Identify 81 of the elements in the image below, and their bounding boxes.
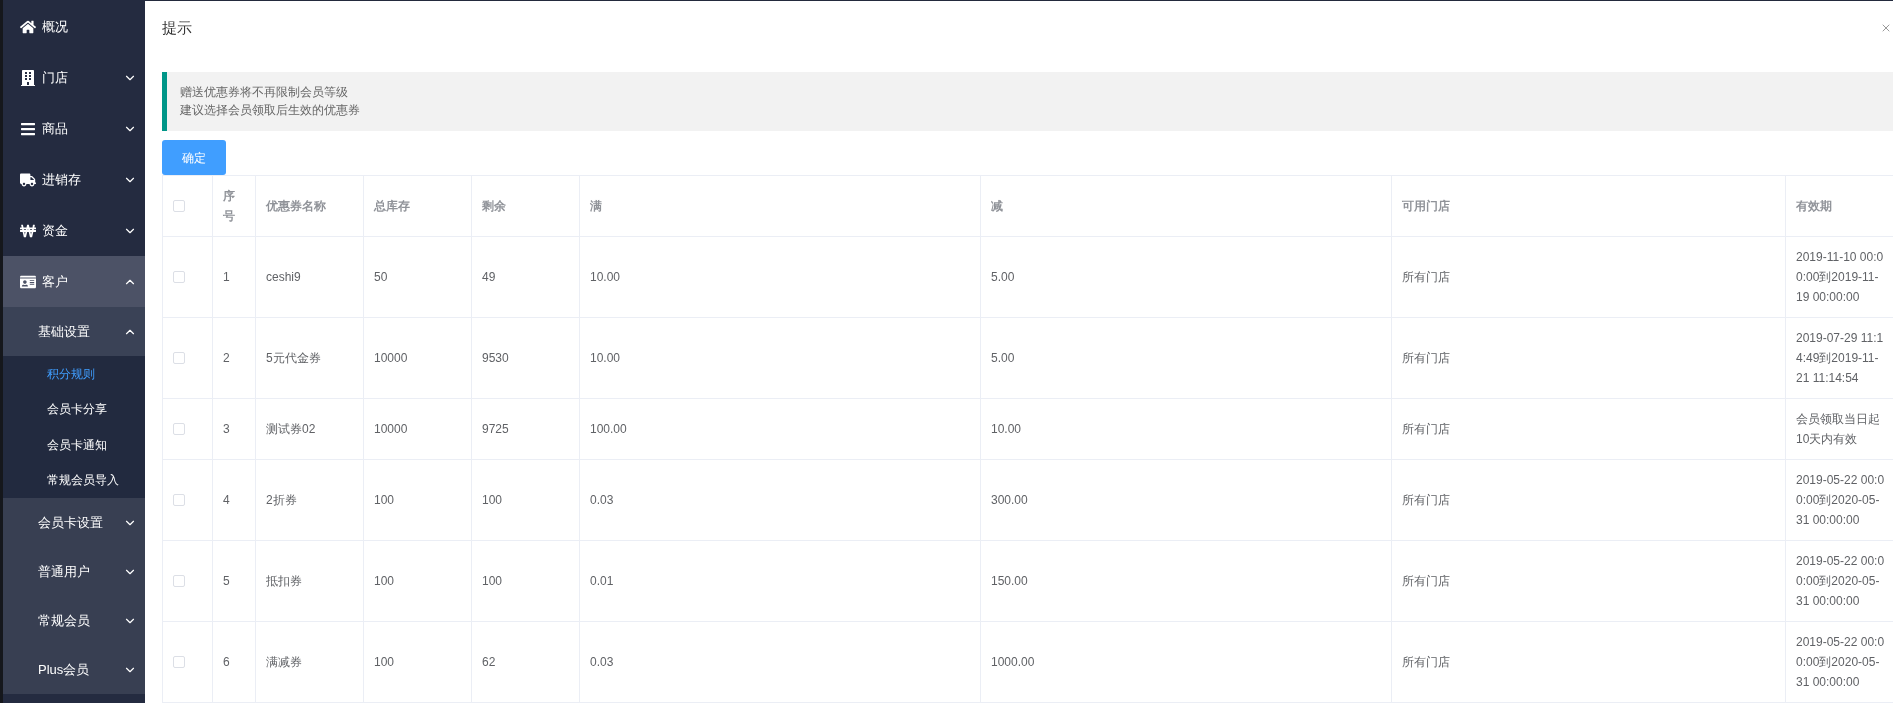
table-cell: 150.00 <box>980 540 1392 622</box>
table-cell: 0.03 <box>579 621 981 703</box>
table-cell: 10.00 <box>579 236 981 318</box>
column-header: 减 <box>980 175 1392 237</box>
checkbox[interactable] <box>173 575 185 587</box>
table-cell: 6 <box>212 621 256 703</box>
id-card-icon <box>20 273 36 290</box>
table-cell: 300.00 <box>980 459 1392 541</box>
nav-item[interactable]: 基础设置 <box>3 307 145 356</box>
notice-text: 赠送优惠券将不再限制会员等级 <box>180 84 349 102</box>
table-cell: 所有门店 <box>1391 540 1786 622</box>
table-cell: 所有门店 <box>1391 459 1786 541</box>
checkbox[interactable] <box>173 423 185 435</box>
table-cell: 49 <box>471 236 580 318</box>
nav-item[interactable]: 门店 <box>3 52 145 103</box>
table-cell: 9725 <box>471 398 580 460</box>
column-header: 剩余 <box>471 175 580 237</box>
table-cell: 满减券 <box>255 621 364 703</box>
nav-subitem[interactable]: 会员卡通知 <box>3 427 145 463</box>
table-cell: 62 <box>471 621 580 703</box>
table-cell: 5.00 <box>980 236 1392 318</box>
table-cell: ceshi9 <box>255 236 364 318</box>
table-cell: 100 <box>471 459 580 541</box>
table-cell: 100 <box>363 540 472 622</box>
building-icon <box>20 69 36 86</box>
table-cell: 所有门店 <box>1391 398 1786 460</box>
table-cell: 所有门店 <box>1391 621 1786 703</box>
nav-item[interactable]: 客户 <box>3 256 145 307</box>
table-cell: 10000 <box>363 317 472 399</box>
table-cell: 9530 <box>471 317 580 399</box>
notice-text: 建议选择会员领取后生效的优惠券 <box>180 102 361 120</box>
table-cell: 100 <box>471 540 580 622</box>
table-cell: 4 <box>212 459 256 541</box>
table-cell: 抵扣券 <box>255 540 364 622</box>
table-cell: 1 <box>212 236 256 318</box>
table-cell: 1000.00 <box>980 621 1392 703</box>
nav-subitem[interactable]: 常规会员导入 <box>3 462 145 498</box>
checkbox[interactable] <box>173 352 185 364</box>
column-header: 有效期 <box>1785 175 1893 237</box>
nav-item[interactable]: 进销存 <box>3 154 145 205</box>
home-icon <box>20 18 36 35</box>
nav-item[interactable]: Plus会员 <box>3 645 145 694</box>
dialog-title: 提示 <box>162 18 192 39</box>
table-cell: 10.00 <box>980 398 1392 460</box>
list-icon <box>20 120 36 137</box>
truck-icon <box>20 171 36 188</box>
table-cell: 100 <box>363 459 472 541</box>
nav-subitem[interactable]: 会员卡分享 <box>3 391 145 427</box>
nav-item[interactable]: 资金 <box>3 205 145 256</box>
checkbox[interactable] <box>173 494 185 506</box>
nav-item[interactable]: 常规会员 <box>3 596 145 645</box>
table-cell: 所有门店 <box>1391 236 1786 318</box>
table-cell: 100 <box>363 621 472 703</box>
table-cell: 5 <box>212 540 256 622</box>
table-cell: 0.03 <box>579 459 981 541</box>
table-cell: 2 <box>212 317 256 399</box>
column-header: 可用门店 <box>1391 175 1786 237</box>
nav-item[interactable]: 商品 <box>3 103 145 154</box>
checkbox[interactable] <box>173 271 185 283</box>
column-header: 总库存 <box>363 175 472 237</box>
nav-item[interactable]: 会员卡设置 <box>3 498 145 547</box>
column-header: 满 <box>579 175 981 237</box>
table-cell: 50 <box>363 236 472 318</box>
table-cell: 10.00 <box>579 317 981 399</box>
nav-item[interactable]: 普通用户 <box>3 547 145 596</box>
table-cell: 2折券 <box>255 459 364 541</box>
nav-subitem[interactable]: 积分规则 <box>3 356 145 392</box>
column-header: 优惠券名称 <box>255 175 364 237</box>
checkbox[interactable] <box>173 200 185 212</box>
table-cell: 所有门店 <box>1391 317 1786 399</box>
table-cell: 100.00 <box>579 398 981 460</box>
table-cell: 0.01 <box>579 540 981 622</box>
column-header: 序号 <box>212 175 256 237</box>
nav-item[interactable]: 概况 <box>3 1 145 52</box>
table-cell: 5.00 <box>980 317 1392 399</box>
table-cell: 10000 <box>363 398 472 460</box>
table-cell: 3 <box>212 398 256 460</box>
table-cell: 5元代金券 <box>255 317 364 399</box>
checkbox[interactable] <box>173 656 185 668</box>
won-icon <box>20 222 36 239</box>
table-cell: 测试券02 <box>255 398 364 460</box>
